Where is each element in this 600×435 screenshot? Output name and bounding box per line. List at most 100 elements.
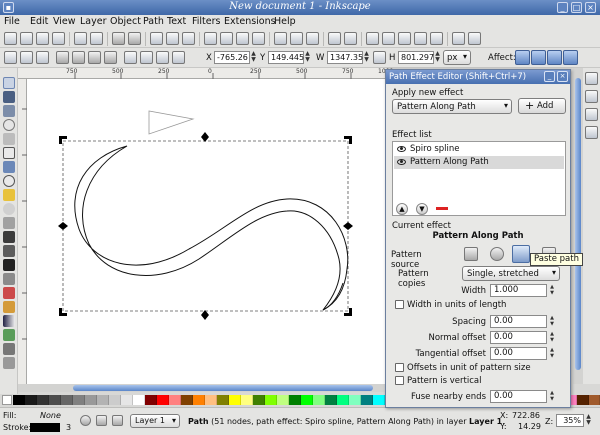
unlink-clone-icon[interactable] bbox=[306, 32, 319, 45]
eye-icon[interactable] bbox=[397, 159, 406, 165]
menu-filters[interactable]: Filters bbox=[192, 16, 220, 27]
dialog-close-icon[interactable]: × bbox=[557, 71, 568, 82]
text-font-icon[interactable] bbox=[382, 32, 395, 45]
color-swatch[interactable] bbox=[97, 395, 109, 405]
color-swatch[interactable] bbox=[133, 395, 145, 405]
lock-icon[interactable] bbox=[373, 51, 386, 64]
y-spin-icon[interactable]: ▲ ▼ bbox=[304, 51, 311, 64]
spray-icon[interactable] bbox=[3, 273, 15, 285]
cut-icon[interactable] bbox=[166, 32, 179, 45]
color-swatch[interactable] bbox=[325, 395, 337, 405]
color-swatch[interactable] bbox=[181, 395, 193, 405]
color-swatch[interactable] bbox=[373, 395, 385, 405]
close-icon[interactable]: × bbox=[585, 2, 596, 13]
layer-select[interactable]: Layer 1 ▾ bbox=[130, 414, 180, 428]
select-all-layers-icon[interactable] bbox=[20, 51, 33, 64]
w-spin-icon[interactable]: ▲ ▼ bbox=[363, 51, 370, 64]
color-swatch[interactable] bbox=[109, 395, 121, 405]
pen-icon[interactable] bbox=[3, 231, 15, 243]
snap-nodes-icon[interactable] bbox=[585, 108, 598, 121]
move-down-icon[interactable]: ▼ bbox=[416, 203, 428, 215]
document-properties-icon[interactable] bbox=[468, 32, 481, 45]
align-icon[interactable] bbox=[430, 32, 443, 45]
x-spin-icon[interactable]: ▲ ▼ bbox=[250, 51, 257, 64]
eye-icon[interactable] bbox=[397, 146, 406, 152]
minimize-icon[interactable]: _ bbox=[557, 2, 568, 13]
zoom-spin-icon[interactable]: ▲ ▼ bbox=[585, 414, 592, 427]
print-icon[interactable] bbox=[52, 32, 65, 45]
color-swatch[interactable] bbox=[145, 395, 157, 405]
color-swatch[interactable] bbox=[217, 395, 229, 405]
dialog-minimize-icon[interactable]: _ bbox=[544, 71, 555, 82]
color-swatch[interactable] bbox=[241, 395, 253, 405]
color-swatch[interactable] bbox=[193, 395, 205, 405]
scale-handle-right[interactable] bbox=[343, 222, 353, 230]
redo-icon[interactable] bbox=[128, 32, 141, 45]
scale-handle-left[interactable] bbox=[58, 222, 68, 230]
effect-type-select[interactable]: Pattern Along Path ▾ bbox=[392, 99, 512, 114]
scale-handle-br[interactable] bbox=[344, 308, 352, 316]
paste-icon[interactable] bbox=[182, 32, 195, 45]
zoom-drawing-icon[interactable] bbox=[220, 32, 233, 45]
deselect-icon[interactable] bbox=[36, 51, 49, 64]
menu-help[interactable]: Help bbox=[274, 16, 296, 27]
width-input[interactable]: 1.000 bbox=[490, 284, 547, 297]
y-input[interactable]: 149.445 bbox=[268, 51, 304, 64]
ellipse-icon[interactable] bbox=[3, 175, 15, 187]
move-up-icon[interactable]: ▲ bbox=[396, 203, 408, 215]
dropper-icon[interactable] bbox=[3, 343, 15, 355]
export-icon[interactable] bbox=[90, 32, 103, 45]
menu-layer[interactable]: Layer bbox=[80, 16, 107, 27]
save-icon[interactable] bbox=[36, 32, 49, 45]
color-swatch[interactable] bbox=[61, 395, 73, 405]
color-swatch[interactable] bbox=[253, 395, 265, 405]
color-swatch[interactable] bbox=[37, 395, 49, 405]
unit-select[interactable]: px ▾ bbox=[443, 50, 471, 65]
color-swatch[interactable] bbox=[157, 395, 169, 405]
rotate-cw-icon[interactable] bbox=[72, 51, 85, 64]
opacity-icon[interactable] bbox=[80, 415, 91, 426]
select-all-icon[interactable] bbox=[4, 51, 17, 64]
color-swatch[interactable] bbox=[265, 395, 277, 405]
flip-vertical-icon[interactable] bbox=[104, 51, 117, 64]
color-swatch[interactable] bbox=[205, 395, 217, 405]
scroll-thumb[interactable] bbox=[575, 78, 581, 370]
pattern-copies-select[interactable]: Single, stretched ▾ bbox=[462, 266, 560, 281]
remove-effect-icon[interactable] bbox=[436, 207, 448, 210]
scale-handle-top[interactable] bbox=[201, 132, 209, 142]
spacing-input[interactable]: 0.00 bbox=[490, 315, 547, 328]
tangential-offset-input[interactable]: 0.00 bbox=[490, 347, 547, 360]
maximize-icon[interactable]: □ bbox=[571, 2, 582, 13]
width-spin-icon[interactable]: ▲ ▼ bbox=[548, 284, 556, 297]
dialog-title-bar[interactable]: Path Effect Editor (Shift+Ctrl+7) _ × bbox=[386, 70, 570, 84]
menu-extensions[interactable]: Extensions bbox=[224, 16, 276, 27]
undo-icon[interactable] bbox=[112, 32, 125, 45]
lower-icon[interactable] bbox=[156, 51, 169, 64]
normal-offset-spin-icon[interactable]: ▲ ▼ bbox=[548, 331, 556, 344]
color-swatch[interactable] bbox=[289, 395, 301, 405]
layer-lock-icon[interactable] bbox=[112, 415, 123, 426]
eraser-icon[interactable] bbox=[3, 287, 15, 299]
color-swatch[interactable] bbox=[85, 395, 97, 405]
zoom-width-icon[interactable] bbox=[252, 32, 265, 45]
3dbox-icon[interactable] bbox=[3, 161, 15, 173]
import-icon[interactable] bbox=[74, 32, 87, 45]
scale-handle-tl[interactable] bbox=[59, 136, 67, 144]
measure-icon[interactable] bbox=[3, 133, 15, 145]
affect-patterns-icon[interactable] bbox=[563, 50, 578, 65]
connector-icon[interactable] bbox=[3, 357, 15, 369]
zoom-selection-icon[interactable] bbox=[204, 32, 217, 45]
pencil-icon[interactable] bbox=[3, 217, 15, 229]
color-swatch[interactable] bbox=[13, 395, 25, 405]
edit-on-canvas-icon[interactable] bbox=[464, 247, 478, 261]
fill-value[interactable]: None bbox=[40, 411, 61, 420]
rect-icon[interactable] bbox=[3, 147, 15, 159]
tangential-offset-spin-icon[interactable]: ▲ ▼ bbox=[548, 347, 556, 360]
spacing-spin-icon[interactable]: ▲ ▼ bbox=[548, 315, 556, 328]
color-swatch[interactable] bbox=[361, 395, 373, 405]
width-units-checkbox[interactable] bbox=[395, 300, 404, 309]
open-icon[interactable] bbox=[20, 32, 33, 45]
fuse-spin-icon[interactable]: ▲ ▼ bbox=[548, 390, 556, 403]
effect-list-item[interactable]: Spiro spline bbox=[394, 143, 564, 156]
affect-corners-icon[interactable] bbox=[531, 50, 546, 65]
